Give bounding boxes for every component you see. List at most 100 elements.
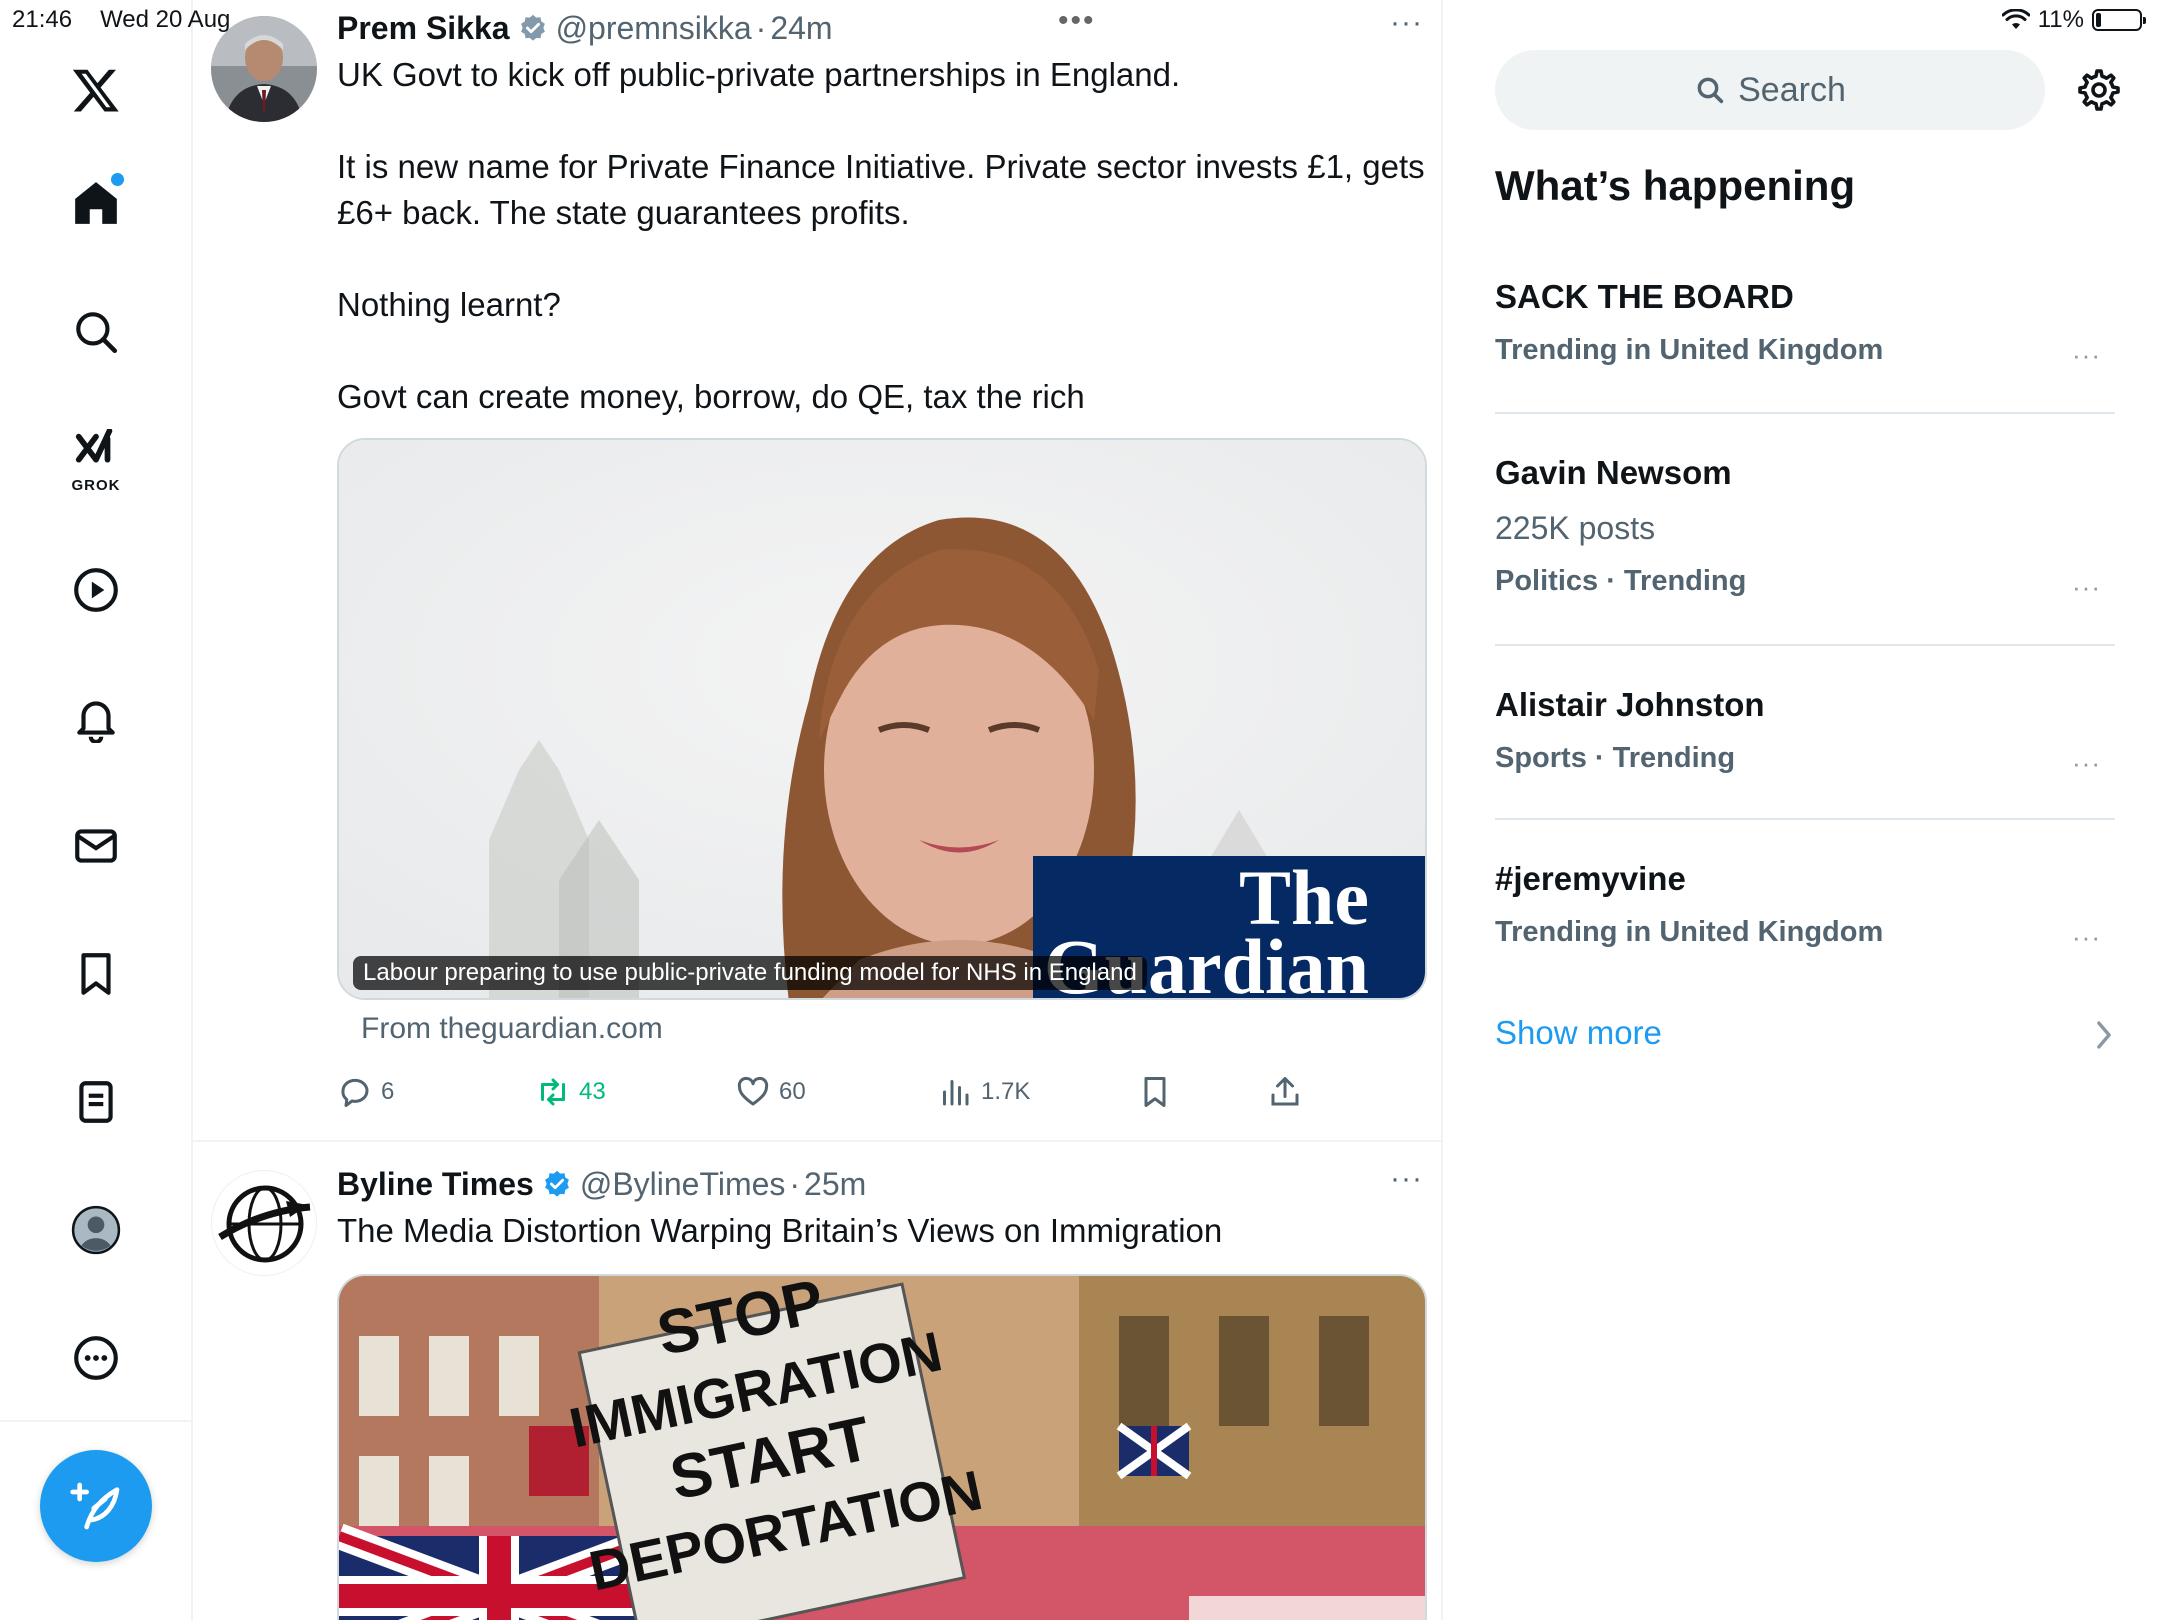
tweet-paragraph: Nothing learnt? xyxy=(337,286,561,323)
tweet-more-button[interactable]: ··· xyxy=(1390,6,1423,40)
author-name[interactable]: Prem Sikka xyxy=(337,10,510,47)
reply-icon xyxy=(341,1078,369,1107)
trend-meta: Trending in United Kingdom xyxy=(1495,916,1884,948)
trend-item[interactable]: Alistair Johnston Sports · Trending ··· xyxy=(1495,686,2115,778)
trend-divider xyxy=(1495,644,2115,646)
author-avatar[interactable] xyxy=(211,1170,317,1276)
views-button[interactable]: 1.7K xyxy=(937,1074,1030,1110)
wifi-icon xyxy=(2001,9,2030,29)
like-count: 60 xyxy=(779,1078,806,1105)
repost-count: 43 xyxy=(579,1078,606,1105)
home-icon xyxy=(75,182,117,224)
trend-item[interactable]: #jeremyvine Trending in United Kingdom ·… xyxy=(1495,860,2115,952)
link-source[interactable]: From theguardian.com xyxy=(361,1012,1427,1046)
tweet-timestamp[interactable]: 25m xyxy=(804,1166,866,1203)
trend-more-button[interactable]: ··· xyxy=(2072,572,2101,603)
unread-dot xyxy=(111,173,124,186)
status-bar-left: 21:46 Wed 20 Aug xyxy=(12,6,230,34)
nav-lists[interactable] xyxy=(56,1062,136,1142)
reply-button[interactable]: 6 xyxy=(337,1074,394,1110)
profile-avatar-icon xyxy=(71,1205,121,1255)
tweet[interactable]: Byline Times @BylineTimes · 25m The Medi… xyxy=(193,1142,1441,1620)
verified-badge-icon xyxy=(544,1170,569,1197)
feather-plus-icon xyxy=(70,1482,120,1530)
battery-icon xyxy=(2092,9,2146,31)
trend-name: Gavin Newsom xyxy=(1495,454,1732,491)
mail-icon xyxy=(75,829,117,863)
trend-more-button[interactable]: ··· xyxy=(2072,922,2101,953)
search-icon xyxy=(1697,77,1724,104)
guardian-logo-line1: The xyxy=(1238,854,1369,941)
tweet[interactable]: Prem Sikka @premnsikka · 24m UK Govt to … xyxy=(193,0,1441,1140)
chevron-right-icon[interactable] xyxy=(2093,1018,2115,1052)
trend-meta: Trending in United Kingdom xyxy=(1495,334,1884,366)
link-card-title: Labour preparing to use public-private f… xyxy=(353,956,1147,990)
right-sidebar: Search What’s happening SACK THE BOARD T… xyxy=(1445,0,2160,1620)
play-icon xyxy=(74,568,118,612)
nav-messages[interactable] xyxy=(56,806,136,886)
search-icon xyxy=(76,312,118,354)
nav-video[interactable] xyxy=(56,550,136,630)
like-button[interactable]: 60 xyxy=(735,1074,806,1110)
x-logo-icon[interactable] xyxy=(56,50,136,130)
bookmark-button[interactable] xyxy=(1137,1074,1173,1110)
tweet-paragraph: UK Govt to kick off public-private partn… xyxy=(337,56,1181,93)
trend-meta: Politics · Trending xyxy=(1495,565,1747,597)
more-circle-icon xyxy=(74,1336,118,1380)
timeline: Prem Sikka @premnsikka · 24m UK Govt to … xyxy=(193,0,1443,1620)
author-handle[interactable]: @premnsikka xyxy=(556,10,752,47)
bell-icon xyxy=(77,701,115,743)
nav-explore[interactable] xyxy=(56,292,136,372)
link-card[interactable]: The Guardian Labour preparing to use pub… xyxy=(337,438,1427,1000)
trend-item[interactable]: Gavin Newsom 225K posts Politics · Trend… xyxy=(1495,454,2115,602)
left-nav: GROK xyxy=(0,0,193,1620)
battery-percent: 11% xyxy=(2037,6,2084,33)
nav-grok[interactable]: GROK xyxy=(56,420,136,500)
trend-name: SACK THE BOARD xyxy=(1495,278,1794,315)
multitasking-dots[interactable]: ••• xyxy=(1058,4,1096,38)
share-button[interactable] xyxy=(1267,1074,1303,1110)
nav-home[interactable] xyxy=(56,163,136,243)
gear-icon[interactable] xyxy=(2075,66,2123,114)
reply-count: 6 xyxy=(381,1078,395,1105)
tweet-media[interactable]: STOP IMMIGRATION START DEPORTATION xyxy=(337,1274,1427,1620)
trend-posts: 225K posts xyxy=(1495,510,1656,546)
author-name[interactable]: Byline Times xyxy=(337,1166,534,1203)
nav-notifications[interactable] xyxy=(56,678,136,758)
compose-post-button[interactable] xyxy=(40,1450,152,1562)
author-handle[interactable]: @BylineTimes xyxy=(580,1166,786,1203)
trend-more-button[interactable]: ··· xyxy=(2072,340,2101,371)
trend-divider xyxy=(1495,412,2115,414)
tweet-actions: 6 43 60 1.7K xyxy=(337,1072,1427,1112)
view-count: 1.7K xyxy=(981,1078,1031,1105)
status-time: 21:46 xyxy=(12,6,73,33)
nav-bookmarks[interactable] xyxy=(56,934,136,1014)
list-icon xyxy=(79,1081,113,1123)
repost-icon xyxy=(541,1078,565,1106)
trend-name: #jeremyvine xyxy=(1495,860,1686,897)
analytics-icon xyxy=(943,1080,969,1106)
show-more-link[interactable]: Show more xyxy=(1495,1014,1662,1052)
nav-more[interactable] xyxy=(56,1318,136,1398)
tweet-more-button[interactable]: ··· xyxy=(1390,1162,1423,1196)
repost-button[interactable]: 43 xyxy=(535,1074,606,1110)
trend-more-button[interactable]: ··· xyxy=(2072,748,2101,779)
tweet-timestamp[interactable]: 24m xyxy=(770,10,832,47)
nav-profile[interactable] xyxy=(56,1190,136,1270)
tweet-body: Prem Sikka @premnsikka · 24m UK Govt to … xyxy=(337,6,1427,1112)
tweet-text: UK Govt to kick off public-private partn… xyxy=(337,52,1427,420)
search-input[interactable]: Search xyxy=(1495,50,2045,130)
tweet-paragraph: Govt can create money, borrow, do QE, ta… xyxy=(337,378,1085,415)
tweet-header: Prem Sikka @premnsikka · 24m xyxy=(337,6,1427,50)
status-date: Wed 20 Aug xyxy=(100,6,231,33)
search-placeholder: Search xyxy=(1738,70,1846,109)
share-icon xyxy=(1271,1077,1299,1106)
status-bar-right: 11% xyxy=(2001,6,2146,34)
section-title: What’s happening xyxy=(1495,162,1856,209)
separator-dot: · xyxy=(789,1165,801,1202)
grok-label: GROK xyxy=(71,477,121,494)
tweet-paragraph: It is new name for Private Finance Initi… xyxy=(337,148,1425,231)
trend-item[interactable]: SACK THE BOARD Trending in United Kingdo… xyxy=(1495,278,2115,370)
tweet-text: The Media Distortion Warping Britain’s V… xyxy=(337,1212,1223,1249)
sidebar-divider xyxy=(0,1420,193,1422)
